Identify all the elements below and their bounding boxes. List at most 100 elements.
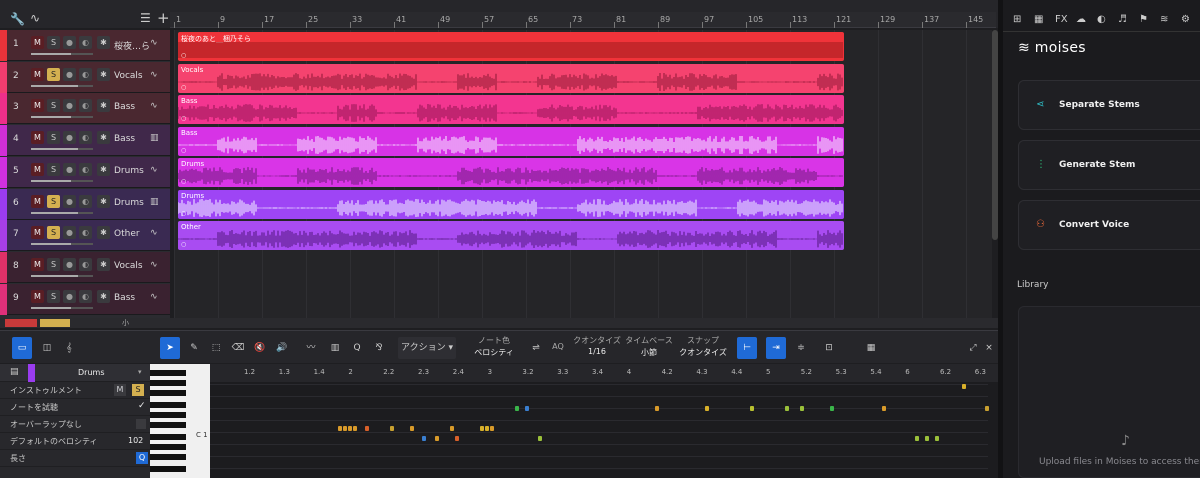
snap-select[interactable]: クオンタイズ: [676, 347, 730, 358]
size-label[interactable]: 小: [122, 318, 129, 328]
drum-note[interactable]: [962, 384, 966, 389]
volume-slider[interactable]: [31, 274, 93, 277]
solo-button[interactable]: S: [47, 194, 60, 208]
audio-clip[interactable]: Bass ○: [178, 126, 844, 156]
drum-note[interactable]: [830, 406, 834, 411]
mute-button[interactable]: M: [31, 226, 44, 240]
black-key[interactable]: [150, 422, 186, 428]
freeze-icon[interactable]: ✱: [97, 131, 110, 145]
mute-button[interactable]: M: [31, 99, 44, 113]
panel-tab-icon[interactable]: ♬: [1118, 14, 1127, 25]
pencil-tool-icon[interactable]: ✎: [185, 337, 203, 359]
black-key[interactable]: [150, 390, 186, 396]
drum-note[interactable]: [435, 436, 439, 441]
solo-button[interactable]: S: [47, 131, 60, 145]
solo-button[interactable]: S: [47, 226, 60, 240]
black-key[interactable]: [150, 412, 186, 418]
track-header[interactable]: 9 M S ● ◐ ✱ Bass ∿: [0, 283, 170, 315]
drum-note[interactable]: [515, 406, 519, 411]
drum-note[interactable]: [800, 406, 804, 411]
panel-tab-icon[interactable]: ⊞: [1013, 14, 1021, 25]
default-velocity-value[interactable]: 102: [128, 436, 143, 445]
drum-note[interactable]: [525, 406, 529, 411]
drum-note[interactable]: [480, 426, 484, 431]
drum-note[interactable]: [338, 426, 342, 431]
monitor-button[interactable]: ◐: [79, 226, 92, 240]
aq-button[interactable]: AQ: [550, 342, 566, 351]
track-header[interactable]: 6 M S ● ◐ ✱ Drums ▥: [0, 188, 170, 220]
panel-tab-icon[interactable]: ▦: [1034, 14, 1043, 25]
library-dropzone[interactable]: [1018, 306, 1200, 478]
panel-tab-icon[interactable]: ⚙: [1181, 14, 1190, 25]
inspector-solo-button[interactable]: S: [132, 384, 144, 396]
drum-note[interactable]: [410, 426, 414, 431]
panel-tab-icon[interactable]: ◐: [1097, 14, 1106, 25]
drum-note[interactable]: [353, 426, 357, 431]
quantize-select[interactable]: 1/16: [572, 347, 622, 356]
listen-tool-icon[interactable]: 🔊: [273, 337, 291, 359]
audio-clip[interactable]: Drums ○: [178, 189, 844, 219]
freeze-icon[interactable]: ✱: [97, 99, 110, 113]
track-name[interactable]: Bass: [114, 293, 135, 303]
track-name[interactable]: Vocals: [114, 261, 143, 271]
close-editor-icon[interactable]: ×: [982, 337, 996, 359]
record-button[interactable]: ●: [63, 162, 76, 176]
track-name[interactable]: Drums: [114, 198, 144, 208]
drum-note[interactable]: [985, 406, 989, 411]
track-header[interactable]: 1 M S ● ◐ ✱ 桜夜…ら ∿: [0, 30, 170, 61]
drum-note[interactable]: [925, 436, 929, 441]
drum-note[interactable]: [882, 406, 886, 411]
track-header[interactable]: 2 M S ● ◐ ✱ Vocals ∿: [0, 61, 170, 93]
record-button[interactable]: ●: [63, 67, 76, 81]
automation-icon[interactable]: ∿: [30, 11, 40, 25]
grid-settings-icon[interactable]: ▦: [862, 337, 880, 359]
transform-icon[interactable]: ⅋: [370, 337, 388, 359]
panel-tab-icon[interactable]: ⚑: [1139, 14, 1148, 25]
panel-tab-icon[interactable]: FX: [1055, 14, 1068, 25]
drum-note[interactable]: [390, 426, 394, 431]
record-button[interactable]: ●: [63, 289, 76, 303]
mute-button[interactable]: M: [31, 289, 44, 303]
range-tool-icon[interactable]: ⬚: [207, 337, 225, 359]
monitor-button[interactable]: ◐: [79, 131, 92, 145]
drum-note[interactable]: [365, 426, 369, 431]
timebase-select[interactable]: 小節: [624, 347, 674, 358]
black-key[interactable]: [150, 444, 186, 450]
audio-clip[interactable]: Drums ○: [178, 158, 844, 187]
panel-tab-icon[interactable]: ≋: [1160, 14, 1168, 25]
audio-clip[interactable]: Other ○: [178, 221, 844, 250]
eraser-tool-icon[interactable]: ⌫: [229, 337, 247, 359]
volume-slider[interactable]: [31, 211, 93, 214]
drum-note[interactable]: [422, 436, 426, 441]
freeze-icon[interactable]: ✱: [97, 226, 110, 240]
drum-note[interactable]: [455, 436, 459, 441]
record-button[interactable]: ●: [63, 131, 76, 145]
solo-button[interactable]: S: [47, 257, 60, 271]
wrench-icon[interactable]: 🔧: [10, 12, 25, 26]
track-header[interactable]: 3 M S ● ◐ ✱ Bass ∿: [0, 93, 170, 125]
velocity-icon[interactable]: ⇌: [528, 337, 544, 359]
freeze-icon[interactable]: ✱: [97, 194, 110, 208]
inspector-mute-button[interactable]: M: [114, 384, 126, 396]
piano-icon[interactable]: ▥: [326, 337, 344, 359]
black-key[interactable]: [150, 434, 186, 440]
velocity-row[interactable]: デフォルトのベロシティ 102: [0, 433, 150, 450]
volume-slider[interactable]: [31, 306, 93, 309]
volume-slider[interactable]: [31, 243, 93, 246]
track-name[interactable]: Bass: [114, 102, 135, 112]
mute-tool-icon[interactable]: 🔇: [251, 337, 269, 359]
audio-clip[interactable]: Bass ○: [178, 95, 844, 124]
length-row[interactable]: 長さ Q: [0, 450, 150, 467]
mute-button[interactable]: M: [31, 67, 44, 81]
track-name[interactable]: Vocals: [114, 71, 143, 81]
drum-note[interactable]: [750, 406, 754, 411]
solo-button[interactable]: S: [47, 67, 60, 81]
action-card[interactable]: ⋮ Generate Stem: [1018, 140, 1200, 190]
audition-row[interactable]: ノートを試聴 ✓: [0, 399, 150, 416]
black-key[interactable]: [150, 454, 186, 460]
drum-note[interactable]: [705, 406, 709, 411]
track-header[interactable]: 8 M S ● ◐ ✱ Vocals ∿: [0, 251, 170, 283]
drum-note[interactable]: [450, 426, 454, 431]
overlap-checkbox[interactable]: [136, 419, 146, 429]
record-button[interactable]: ●: [63, 257, 76, 271]
